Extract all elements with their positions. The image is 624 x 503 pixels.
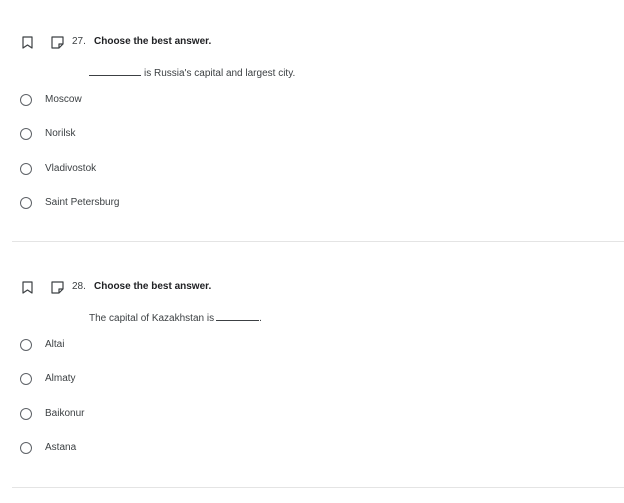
question-number: 27. xyxy=(72,36,86,47)
answer-option[interactable]: Moscow xyxy=(18,91,418,111)
question-prompt: The capital of Kazakhstan is. xyxy=(89,312,262,324)
question-header: 28. Choose the best answer. xyxy=(0,278,600,296)
answer-option[interactable]: Almaty xyxy=(18,370,418,390)
answer-option[interactable]: Altai xyxy=(18,336,418,356)
radio-button[interactable] xyxy=(20,94,32,106)
bookmark-icon[interactable] xyxy=(18,33,36,51)
radio-button[interactable] xyxy=(20,197,32,209)
answer-option[interactable]: Vladivostok xyxy=(18,160,418,180)
note-icon[interactable] xyxy=(48,33,66,51)
answer-option[interactable]: Saint Petersburg xyxy=(18,194,418,214)
radio-button[interactable] xyxy=(20,408,32,420)
bookmark-icon[interactable] xyxy=(18,278,36,296)
option-label: Almaty xyxy=(45,373,76,384)
radio-button[interactable] xyxy=(20,128,32,140)
option-label: Altai xyxy=(45,339,65,350)
question-divider xyxy=(12,487,624,488)
question-instruction: Choose the best answer. xyxy=(94,281,212,292)
question-instruction: Choose the best answer. xyxy=(94,36,212,47)
option-label: Vladivostok xyxy=(45,163,97,174)
answer-blank xyxy=(216,312,260,321)
answer-option[interactable]: Astana xyxy=(18,439,418,459)
question-prompt: is Russia's capital and largest city. xyxy=(89,67,295,79)
option-label: Saint Petersburg xyxy=(45,197,120,208)
prompt-text: The capital of Kazakhstan is xyxy=(89,313,215,324)
question-header: 27. Choose the best answer. xyxy=(0,33,600,51)
note-icon[interactable] xyxy=(48,278,66,296)
question-27: 27. Choose the best answer. is Russia's … xyxy=(0,0,624,242)
option-label: Astana xyxy=(45,442,77,453)
question-number: 28. xyxy=(72,281,86,292)
question-divider xyxy=(12,241,624,242)
option-label: Moscow xyxy=(45,94,82,105)
option-label: Norilsk xyxy=(45,128,76,139)
option-label: Baikonur xyxy=(45,408,85,419)
answer-option[interactable]: Norilsk xyxy=(18,125,418,145)
radio-button[interactable] xyxy=(20,442,32,454)
answer-option[interactable]: Baikonur xyxy=(18,405,418,425)
question-28: 28. Choose the best answer. The capital … xyxy=(0,245,624,487)
radio-button[interactable] xyxy=(20,163,32,175)
quiz-page: 27. Choose the best answer. is Russia's … xyxy=(0,0,624,503)
prompt-end: . xyxy=(259,313,262,324)
prompt-text: is Russia's capital and largest city. xyxy=(144,68,296,79)
radio-button[interactable] xyxy=(20,373,32,385)
answer-blank xyxy=(89,67,141,76)
radio-button[interactable] xyxy=(20,339,32,351)
